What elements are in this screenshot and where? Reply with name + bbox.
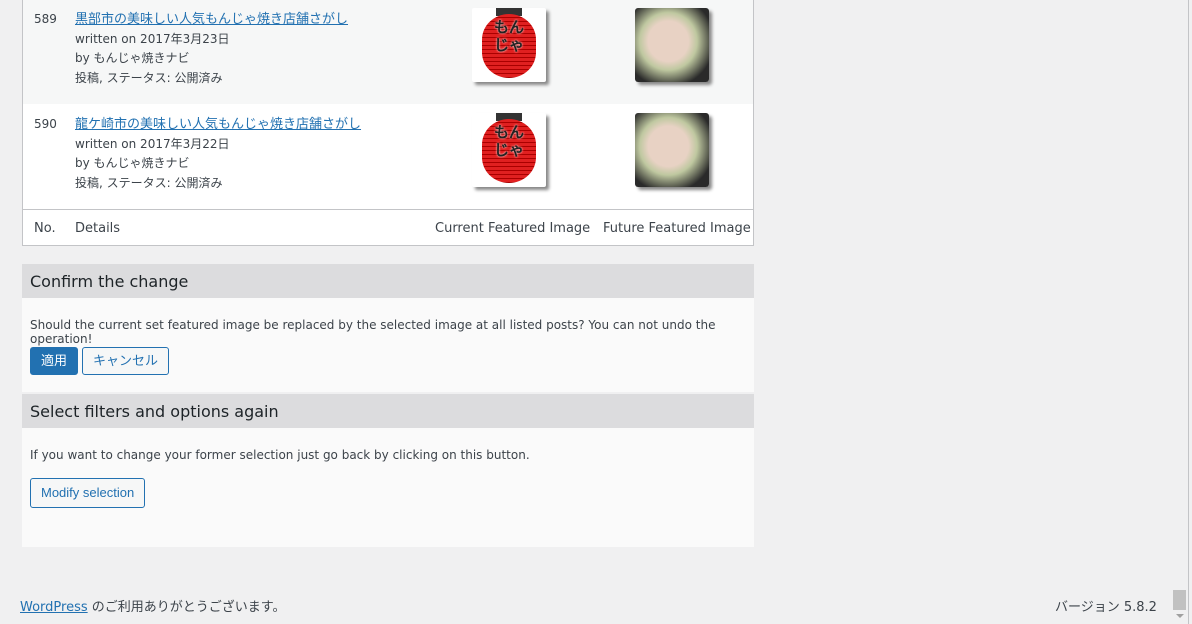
post-status: 投稿, ステータス: 公開済み: [75, 70, 223, 85]
again-section: If you want to change your former select…: [22, 428, 754, 547]
lantern-lettering: もんじゃ: [494, 18, 525, 54]
posts-table: 589 黒部市の美味しい人気もんじゃ焼き店舗さがし written on 201…: [22, 0, 754, 246]
column-no: No.: [34, 221, 56, 236]
table-footer: No. Details Current Featured Image Futur…: [23, 209, 753, 246]
post-details: 龍ケ崎市の美味しい人気もんじゃ焼き店舗さがし written on 2017年3…: [75, 115, 361, 193]
again-heading: Select filters and options again: [22, 394, 754, 428]
future-featured-image: [635, 113, 709, 187]
column-future-image: Future Featured Image: [603, 221, 751, 236]
post-status: 投稿, ステータス: 公開済み: [75, 175, 223, 190]
confirm-heading: Confirm the change: [22, 264, 754, 298]
post-author: by もんじゃ焼きナビ: [75, 156, 190, 170]
column-details: Details: [75, 221, 121, 236]
current-featured-image: もんじゃ: [472, 8, 546, 82]
post-date: written on 2017年3月23日: [75, 31, 230, 46]
confirm-heading-text: Confirm the change: [30, 272, 189, 291]
scroll-down-arrow-icon[interactable]: [1176, 614, 1184, 618]
apply-button[interactable]: 適用: [30, 347, 79, 375]
post-number: 589: [34, 12, 57, 26]
current-featured-image: もんじゃ: [472, 113, 546, 187]
right-panel-edge: [1188, 0, 1192, 624]
post-details: 黒部市の美味しい人気もんじゃ焼き店舗さがし written on 2017年3月…: [75, 10, 348, 88]
column-current-image: Current Featured Image: [435, 221, 591, 236]
scrollbar-thumb[interactable]: [1173, 590, 1186, 610]
modify-selection-button[interactable]: Modify selection: [30, 478, 146, 508]
post-author: by もんじゃ焼きナビ: [75, 51, 190, 65]
future-featured-image: [635, 8, 709, 82]
wordpress-link[interactable]: WordPress: [20, 600, 88, 615]
thanks-text: のご利用ありがとうございます。: [87, 600, 286, 615]
again-heading-text: Select filters and options again: [30, 402, 279, 421]
post-number: 590: [34, 117, 57, 131]
footer-thanks: WordPress のご利用ありがとうございます。: [20, 596, 285, 615]
table-row: 589 黒部市の美味しい人気もんじゃ焼き店舗さがし written on 201…: [23, 0, 753, 104]
version-text: バージョン 5.8.2: [1055, 600, 1157, 615]
cancel-button[interactable]: キャンセル: [82, 347, 170, 375]
post-date: written on 2017年3月22日: [75, 136, 230, 151]
post-title-link[interactable]: 龍ケ崎市の美味しい人気もんじゃ焼き店舗さがし: [75, 117, 361, 132]
table-row: 590 龍ケ崎市の美味しい人気もんじゃ焼き店舗さがし written on 20…: [23, 105, 753, 209]
again-text: If you want to change your former select…: [30, 448, 530, 462]
post-title-link[interactable]: 黒部市の美味しい人気もんじゃ焼き店舗さがし: [75, 12, 348, 27]
lantern-lettering: もんじゃ: [494, 123, 525, 159]
confirm-section: Should the current set featured image be…: [22, 298, 754, 392]
confirm-text: Should the current set featured image be…: [30, 318, 716, 346]
